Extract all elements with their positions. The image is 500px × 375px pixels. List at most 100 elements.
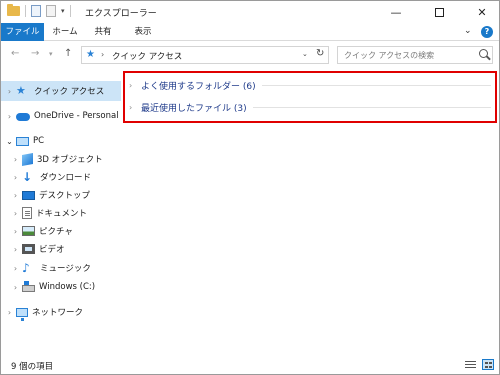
- chevron-right-icon[interactable]: ›: [11, 245, 20, 254]
- tab-home[interactable]: ホーム: [50, 23, 80, 41]
- content-pane: › よく使用するフォルダー (6) › 最近使用したファイル (3): [123, 69, 499, 354]
- forward-button[interactable]: →: [31, 48, 39, 59]
- address-dropdown-icon[interactable]: ⌄: [302, 50, 308, 58]
- customize-toolbar-icon[interactable]: ▾: [61, 7, 65, 15]
- nav-item-desktop[interactable]: › デスクトップ: [11, 185, 121, 205]
- 3d-objects-icon: [22, 152, 33, 166]
- breadcrumb-location[interactable]: クイック アクセス: [112, 50, 182, 62]
- chevron-right-icon[interactable]: ›: [11, 173, 20, 182]
- nav-item-onedrive[interactable]: › OneDrive - Personal: [1, 106, 121, 126]
- nav-item-quick-access[interactable]: › ★ クイック アクセス: [1, 81, 121, 101]
- title-bar: ▾ エクスプローラー — ✕: [1, 1, 499, 23]
- search-box[interactable]: [337, 46, 493, 64]
- group-label: よく使用するフォルダー (6): [141, 81, 256, 92]
- ribbon-tabs: ファイル ホーム 共有 表示 ⌄ ?: [1, 23, 499, 41]
- picture-icon: [22, 226, 35, 236]
- nav-item-music[interactable]: › ♪ ミュージック: [11, 258, 121, 278]
- up-button[interactable]: ↑: [64, 48, 72, 59]
- refresh-icon[interactable]: ↻: [316, 48, 324, 59]
- details-view-icon[interactable]: [465, 360, 476, 370]
- star-icon: ★: [16, 84, 26, 97]
- minimize-icon: —: [390, 5, 402, 19]
- star-icon: ★: [86, 49, 95, 60]
- music-icon: ♪: [22, 261, 30, 275]
- chevron-right-icon[interactable]: ›: [11, 191, 20, 200]
- search-icon[interactable]: [479, 49, 488, 58]
- chevron-down-icon[interactable]: ⌄: [5, 137, 14, 146]
- nav-item-pictures[interactable]: › ピクチャ: [11, 221, 121, 241]
- nav-item-label: ピクチャ: [39, 227, 73, 237]
- back-button[interactable]: ←: [11, 48, 19, 59]
- document-icon: [22, 207, 32, 219]
- nav-item-label: PC: [33, 136, 45, 146]
- video-icon: [22, 244, 35, 254]
- chevron-right-icon[interactable]: ›: [11, 227, 20, 236]
- nav-item-label: 3D オブジェクト: [37, 155, 103, 165]
- chevron-right-icon[interactable]: ›: [129, 81, 141, 90]
- status-bar: 9 個の項目: [1, 355, 499, 375]
- help-icon[interactable]: ?: [481, 26, 493, 38]
- chevron-right-icon[interactable]: ›: [11, 209, 20, 218]
- maximize-button[interactable]: [424, 1, 454, 23]
- large-icons-view-icon[interactable]: [482, 359, 494, 370]
- desktop-icon: [22, 190, 35, 200]
- nav-item-pc[interactable]: ⌄ PC: [1, 131, 121, 151]
- group-label: 最近使用したファイル (3): [141, 103, 247, 114]
- recent-locations-button[interactable]: ▾: [49, 50, 53, 58]
- network-icon: [16, 308, 28, 321]
- group-divider: [252, 106, 491, 108]
- maximize-icon: [434, 7, 444, 17]
- properties-icon[interactable]: [31, 5, 41, 17]
- nav-item-documents[interactable]: › ドキュメント: [11, 203, 121, 223]
- close-icon: ✕: [477, 5, 487, 19]
- close-button[interactable]: ✕: [467, 1, 497, 23]
- nav-item-label: Windows (C:): [39, 282, 96, 292]
- chevron-right-icon[interactable]: ›: [11, 283, 20, 292]
- nav-item-label: ダウンロード: [40, 173, 92, 183]
- nav-item-downloads[interactable]: › ↓ ダウンロード: [11, 167, 121, 187]
- nav-item-network[interactable]: › ネットワーク: [1, 302, 121, 322]
- quick-access-toolbar: ▾: [7, 4, 71, 17]
- nav-item-videos[interactable]: › ビデオ: [11, 239, 121, 259]
- search-input[interactable]: [344, 47, 480, 63]
- item-count: 9 個の項目: [11, 362, 54, 372]
- nav-item-label: ビデオ: [39, 245, 65, 255]
- chevron-right-icon[interactable]: ›: [5, 308, 14, 317]
- chevron-right-icon[interactable]: ›: [11, 264, 20, 273]
- group-frequent-folders[interactable]: › よく使用するフォルダー (6): [129, 76, 491, 94]
- group-recent-files[interactable]: › 最近使用したファイル (3): [129, 98, 491, 116]
- folder-icon: [7, 4, 20, 16]
- navigation-bar: ← → ▾ ↑ ★ › クイック アクセス › ⌄ ↻: [1, 41, 499, 69]
- tab-share[interactable]: 共有: [88, 23, 118, 41]
- tab-file[interactable]: ファイル: [1, 23, 44, 41]
- nav-item-3d-objects[interactable]: › 3D オブジェクト: [11, 149, 121, 169]
- address-bar[interactable]: ★ › クイック アクセス › ⌄ ↻: [81, 46, 329, 64]
- chevron-right-icon[interactable]: ›: [5, 87, 14, 96]
- breadcrumb-chevron-icon[interactable]: ›: [178, 50, 181, 59]
- nav-item-label: クイック アクセス: [34, 87, 105, 97]
- expand-ribbon-icon[interactable]: ⌄: [464, 26, 472, 36]
- new-folder-icon[interactable]: [46, 5, 56, 17]
- window-title: エクスプローラー: [85, 9, 157, 19]
- breadcrumb-chevron-icon[interactable]: ›: [101, 50, 104, 59]
- computer-icon: [16, 136, 29, 146]
- nav-item-label: デスクトップ: [39, 191, 91, 201]
- chevron-right-icon[interactable]: ›: [5, 112, 14, 121]
- drive-icon: [22, 281, 35, 292]
- chevron-right-icon[interactable]: ›: [129, 103, 141, 112]
- nav-item-windows-c[interactable]: › Windows (C:): [11, 277, 121, 297]
- explorer-window: ▾ エクスプローラー — ✕ ファイル ホーム 共有 表示 ⌄ ? ← → ▾ …: [0, 0, 500, 375]
- nav-item-label: ネットワーク: [32, 308, 84, 318]
- nav-item-label: OneDrive - Personal: [34, 111, 119, 121]
- toolbar-divider: [25, 5, 26, 17]
- chevron-right-icon[interactable]: ›: [11, 155, 20, 164]
- download-icon: ↓: [22, 170, 33, 184]
- navigation-pane: › ★ クイック アクセス › OneDrive - Personal ⌄ PC…: [1, 69, 121, 354]
- cloud-icon: [16, 113, 30, 121]
- nav-item-label: ミュージック: [40, 264, 91, 274]
- minimize-button[interactable]: —: [381, 1, 411, 23]
- group-divider: [261, 84, 491, 86]
- nav-item-label: ドキュメント: [36, 209, 88, 219]
- tab-view[interactable]: 表示: [128, 23, 158, 41]
- toolbar-divider: [69, 5, 71, 17]
